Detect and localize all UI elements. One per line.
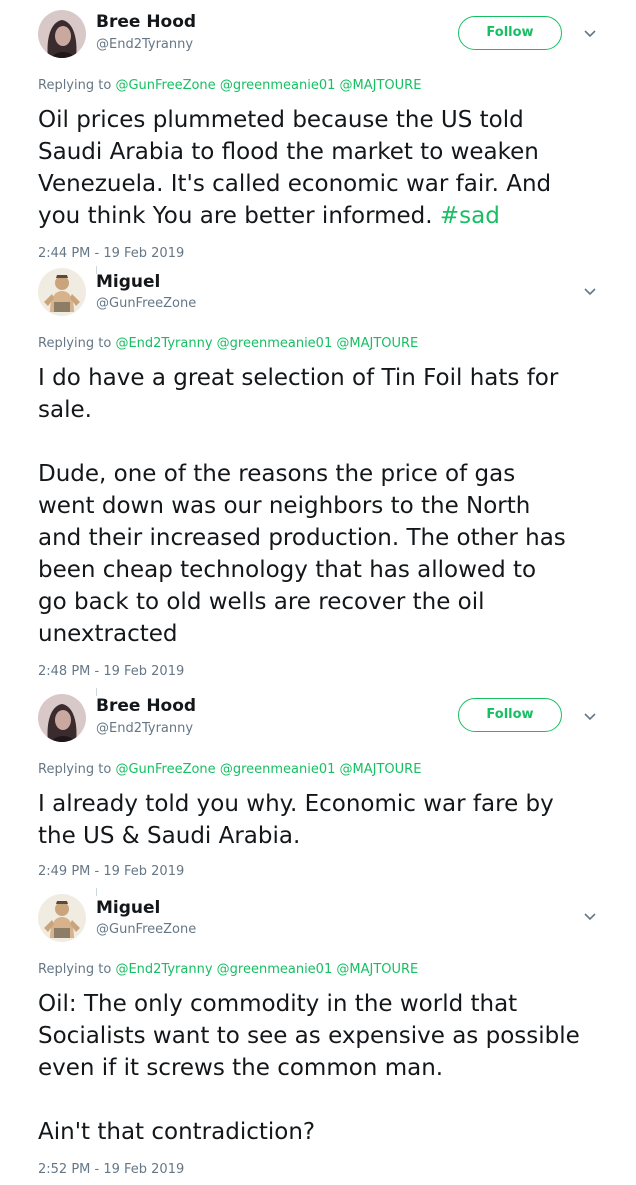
user-handle[interactable]: @End2Tyranny	[96, 37, 193, 52]
mention-link[interactable]: @GunFreeZone	[115, 78, 215, 93]
mention-link[interactable]: @greenmeanie01	[217, 962, 333, 977]
tweet: Bree Hood @End2Tyranny Follow Replying t…	[0, 0, 636, 262]
mention-link[interactable]: @MAJTOURE	[340, 762, 422, 777]
user-name[interactable]: Miguel	[96, 272, 160, 292]
replying-to-label: Replying to	[38, 762, 112, 777]
mention-link[interactable]: @MAJTOURE	[336, 336, 418, 351]
user-name[interactable]: Bree Hood	[96, 12, 196, 32]
timestamp[interactable]: 2:49 PM - 19 Feb 2019	[38, 864, 184, 879]
follow-button[interactable]: Follow	[458, 16, 562, 50]
chevron-down-icon[interactable]	[580, 907, 600, 927]
chevron-down-icon[interactable]	[580, 282, 600, 302]
timestamp[interactable]: 2:52 PM - 19 Feb 2019	[38, 1162, 184, 1177]
mention-link[interactable]: @greenmeanie01	[220, 78, 336, 93]
mention-link[interactable]: @End2Tyranny	[115, 962, 212, 977]
mention-link[interactable]: @End2Tyranny	[115, 336, 212, 351]
mention-link[interactable]: @MAJTOURE	[340, 78, 422, 93]
tweet: Miguel @GunFreeZone Replying to @End2Tyr…	[0, 268, 636, 679]
replying-to: Replying to @GunFreeZone @greenmeanie01 …	[38, 762, 421, 777]
replying-to: Replying to @End2Tyranny @greenmeanie01 …	[38, 962, 418, 977]
timestamp[interactable]: 2:44 PM - 19 Feb 2019	[38, 246, 184, 261]
mention-link[interactable]: @greenmeanie01	[217, 336, 333, 351]
replying-to-label: Replying to	[38, 336, 112, 351]
user-handle[interactable]: @End2Tyranny	[96, 721, 193, 736]
user-name[interactable]: Bree Hood	[96, 696, 196, 716]
avatar[interactable]	[38, 694, 86, 742]
chevron-down-icon[interactable]	[580, 707, 600, 727]
follow-button[interactable]: Follow	[458, 698, 562, 732]
replying-to-label: Replying to	[38, 78, 112, 93]
hashtag-link[interactable]: #sad	[440, 203, 500, 229]
tweet: Miguel @GunFreeZone Replying to @End2Tyr…	[0, 888, 636, 1185]
replying-to-label: Replying to	[38, 962, 112, 977]
chevron-down-icon[interactable]	[580, 24, 600, 44]
user-handle[interactable]: @GunFreeZone	[96, 922, 196, 937]
avatar[interactable]	[38, 10, 86, 58]
tweet-text: I already told you why. Economic war far…	[38, 791, 554, 849]
avatar[interactable]	[38, 894, 86, 942]
mention-link[interactable]: @greenmeanie01	[220, 762, 336, 777]
tweet-text: Oil prices plummeted because the US told…	[38, 104, 618, 232]
user-handle[interactable]: @GunFreeZone	[96, 296, 196, 311]
replying-to: Replying to @End2Tyranny @greenmeanie01 …	[38, 336, 418, 351]
mention-link[interactable]: @MAJTOURE	[336, 962, 418, 977]
avatar[interactable]	[38, 268, 86, 316]
mention-link[interactable]: @GunFreeZone	[115, 762, 215, 777]
replying-to: Replying to @GunFreeZone @greenmeanie01 …	[38, 78, 421, 93]
tweet-text: Oil: The only commodity in the world tha…	[38, 991, 580, 1145]
tweet: Bree Hood @End2Tyranny Follow Replying t…	[0, 686, 636, 882]
timestamp[interactable]: 2:48 PM - 19 Feb 2019	[38, 664, 184, 679]
user-name[interactable]: Miguel	[96, 898, 160, 918]
tweet-text: I do have a great selection of Tin Foil …	[38, 365, 566, 647]
